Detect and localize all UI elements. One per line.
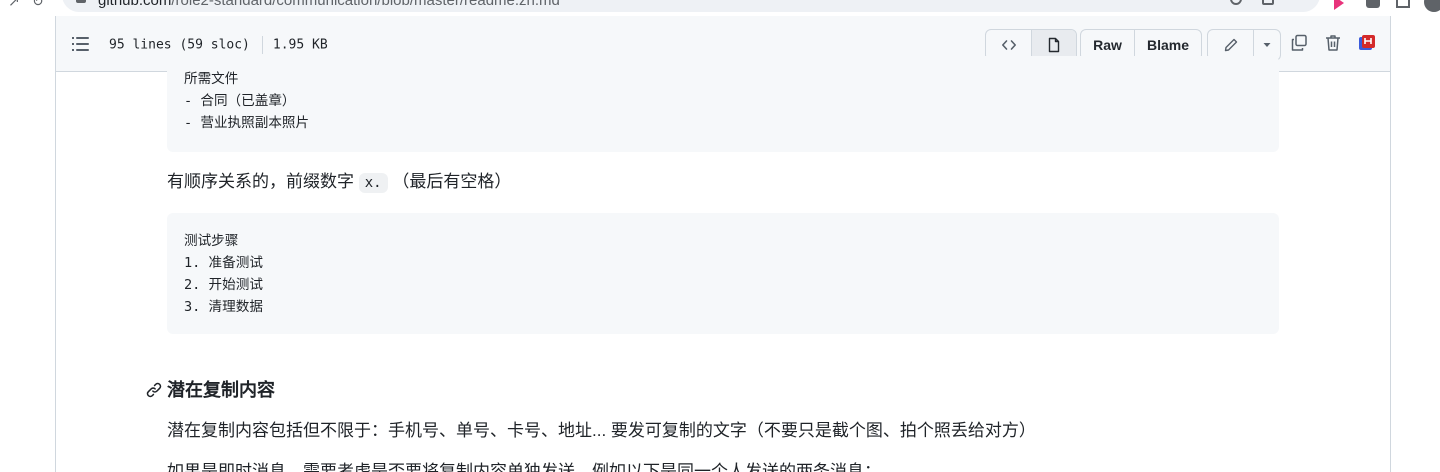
section-heading: 潜在复制内容 (145, 377, 275, 403)
inline-code: x. (358, 173, 388, 193)
code-line: - 合同（已盖章） (184, 93, 296, 109)
code-line: - 营业执照副本照片 (184, 115, 310, 131)
section-heading-text: 潜在复制内容 (167, 380, 275, 400)
code-line: 2. 开始测试 (184, 277, 263, 293)
code-line: 1. 准备测试 (184, 255, 263, 271)
code-line: 3. 清理数据 (184, 299, 263, 315)
code-line: 测试步骤 (184, 233, 239, 249)
link-icon[interactable] (145, 381, 163, 399)
markdown-body: 所需文件 - 合同（已盖章） - 营业执照副本照片 有顺序关系的，前缀数字 x. （… (0, 0, 1440, 472)
instant-message-para: 如果是即时消息，需要考虑是否要将复制内容单独发送，例如以下是同一个人发送的两条消… (167, 462, 881, 472)
copyable-content-para: 潜在复制内容包括但不限于：手机号、单号、卡号、地址... 要发可复制的文字（不要… (167, 421, 1036, 440)
code-block-documents: 所需文件 - 合同（已盖章） - 营业执照副本照片 (167, 56, 1279, 152)
code-line: 所需文件 (184, 71, 239, 87)
ordered-list-note: 有顺序关系的，前缀数字 x. （最后有空格） (167, 172, 512, 193)
code-block-steps: 测试步骤 1. 准备测试 2. 开始测试 3. 清理数据 (167, 213, 1279, 334)
